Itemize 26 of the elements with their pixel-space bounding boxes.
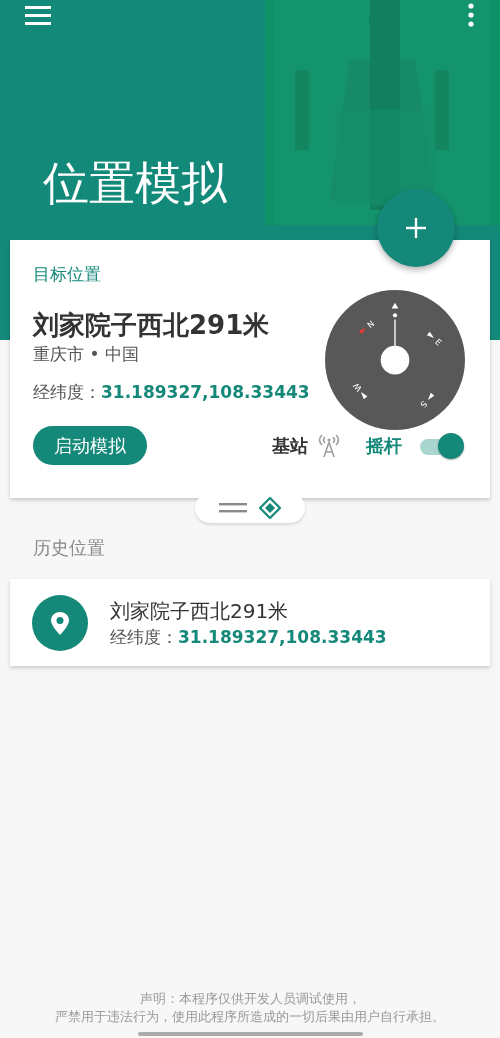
antenna-icon[interactable] <box>318 433 340 458</box>
start-simulation-button[interactable]: 启动模拟 <box>33 426 147 465</box>
history-place-name: 刘家院子西北291米 <box>110 597 290 625</box>
plus-icon <box>404 216 428 240</box>
coords-label: 经纬度： <box>33 382 101 402</box>
drag-handle[interactable] <box>195 493 305 523</box>
joystick-stick-icon[interactable] <box>378 301 412 377</box>
section-heading: 目标位置 <box>33 263 101 286</box>
more-options-icon[interactable] <box>468 3 474 27</box>
coords-value: 31.189327,108.33443 <box>178 626 387 647</box>
menu-icon[interactable] <box>25 5 51 25</box>
page-title: 位置模拟 <box>43 155 228 211</box>
joystick-label: 摇杆 <box>366 433 402 458</box>
drag-bars-icon <box>219 502 247 514</box>
history-item[interactable]: 刘家院子西北291米 经纬度：31.189327,108.33443 <box>10 579 490 666</box>
place-region: 重庆市 • 中国 <box>33 343 139 366</box>
coords-value: 31.189327,108.33443 <box>101 382 310 402</box>
joystick-switch[interactable] <box>420 431 464 460</box>
disclaimer-text: 严禁用于违法行为，使用此程序所造成的一切后果由用户自行承担。 <box>54 1008 446 1026</box>
coords-label: 经纬度： <box>110 626 178 647</box>
diamond-icon <box>259 497 281 519</box>
place-name: 刘家院子西北291米 <box>33 309 270 342</box>
disclaimer-text: 声明：本程序仅供开发人员调试使用， <box>138 990 362 1008</box>
cell-station-label: 基站 <box>272 433 308 458</box>
section-heading: 历史位置 <box>33 536 106 560</box>
location-pin-icon <box>32 594 88 651</box>
